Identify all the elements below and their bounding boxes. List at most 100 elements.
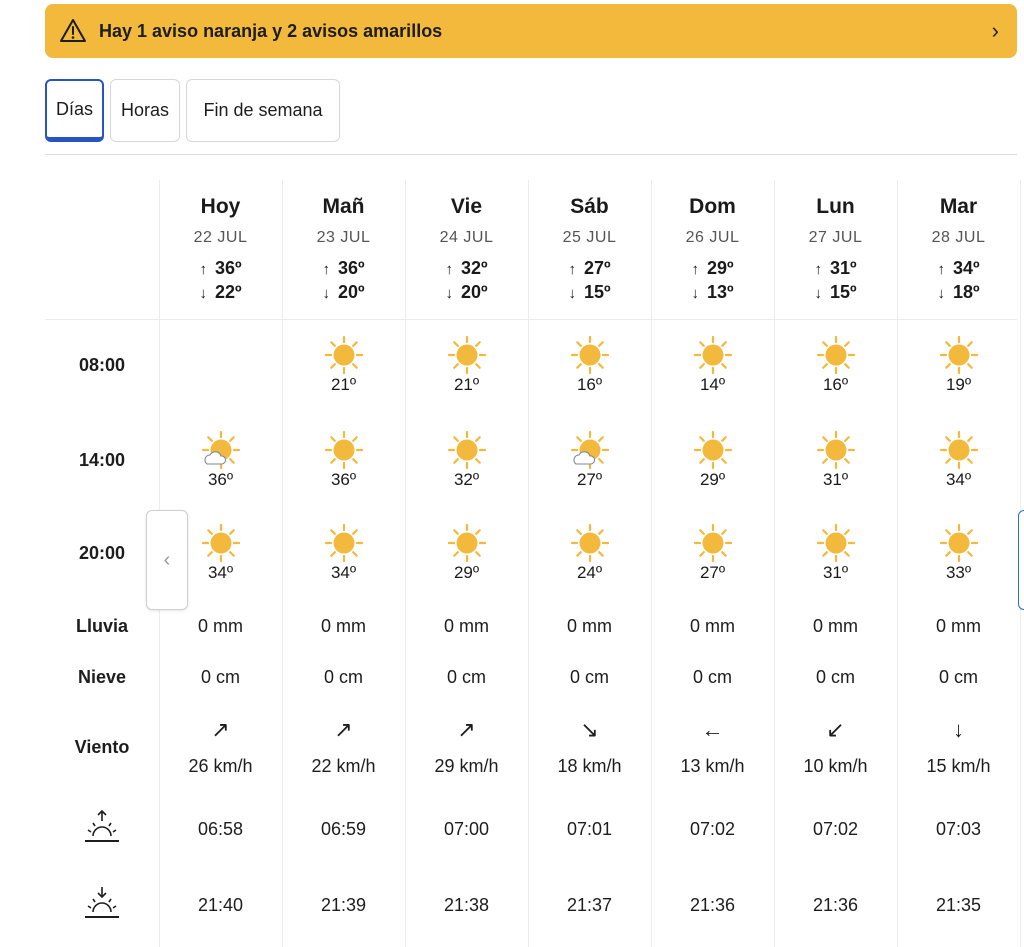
sunset-icon: [85, 887, 119, 918]
day-date: 24 JUL: [439, 229, 494, 246]
slot-temperature: 34º: [945, 470, 972, 489]
chevron-left-icon: ‹: [163, 548, 171, 571]
wind-direction-icon: ←: [701, 717, 724, 742]
forecast-slot-08: 21º: [405, 335, 528, 395]
row-label-wind: Viento: [74, 737, 130, 757]
sunset-time: 21:36: [812, 895, 859, 915]
arrow-down-icon: ↓: [568, 285, 576, 302]
sunrise-time: 06:58: [197, 819, 244, 839]
forecast-slot-14: 27º: [528, 430, 651, 490]
tab-fin-de-semana[interactable]: Fin de semana: [186, 79, 340, 142]
rain-value: 0 mm: [321, 616, 366, 636]
sun-icon: [324, 523, 363, 563]
forecast-slot-20: 29º: [405, 523, 528, 583]
sunset-time: 21:35: [935, 895, 982, 915]
forecast-table: 08:00 14:00 20:00 Lluvia Nieve Viento Ho…: [45, 180, 1024, 947]
min-temp-value: 18º: [952, 282, 980, 302]
sun-icon: [693, 335, 732, 375]
sun-icon: [693, 523, 732, 563]
max-temp: ↑ 34º: [897, 258, 1020, 279]
tab-horas[interactable]: Horas: [110, 79, 180, 142]
arrow-down-icon: ↓: [445, 285, 453, 302]
max-temp-value: 29º: [706, 258, 734, 278]
arrow-down-icon: ↓: [691, 285, 699, 302]
slot-temperature: 33º: [945, 563, 972, 582]
rain-value: 0 mm: [936, 616, 981, 636]
sun-icon: [816, 523, 855, 563]
arrow-down-icon: ↓: [814, 285, 822, 302]
sunrise-time: 06:59: [320, 819, 367, 839]
snow-value: 0 cm: [446, 667, 486, 687]
wind-direction-icon: ↗: [334, 717, 353, 742]
min-temp: ↓ 15º: [528, 282, 651, 303]
sun-icon: [324, 430, 363, 470]
row-label-rain: Lluvia: [75, 616, 128, 636]
tab-dias[interactable]: Días: [45, 79, 104, 142]
sun-icon: [447, 523, 486, 563]
slot-temperature: 24º: [576, 563, 603, 582]
min-temp-value: 20º: [460, 282, 488, 302]
day-column: Mar 28 JUL ↑ 34º ↓ 18º 19º 34º 33º 0 mm 0 cm ↓ 15 km…: [897, 180, 1020, 947]
forecast-slot-20: 33º: [897, 523, 1020, 583]
scroll-left-button[interactable]: ‹: [146, 510, 188, 610]
sunset-time: 21:36: [689, 895, 736, 915]
sun-icon: [570, 335, 609, 375]
min-temp: ↓ 20º: [282, 282, 405, 303]
max-temp-value: 36º: [214, 258, 242, 278]
arrow-up-icon: ↑: [322, 261, 330, 278]
wind-speed: 22 km/h: [311, 756, 376, 776]
day-column: Sáb 25 JUL ↑ 27º ↓ 15º 16º 27º 24º 0 mm 0 cm ↘ 18 km…: [528, 180, 651, 947]
day-column: Mañ 23 JUL ↑ 36º ↓ 20º 21º 36º 34º 0 mm 0 cm ↗ 22 km…: [282, 180, 405, 947]
wind-speed: 26 km/h: [188, 756, 253, 776]
max-temp-value: 31º: [829, 258, 857, 278]
divider: [45, 154, 1017, 155]
slot-temperature: 29º: [699, 470, 726, 489]
wind-direction-icon: ↘: [580, 717, 599, 742]
sun-icon: [570, 523, 609, 563]
wind-speed: 15 km/h: [926, 756, 991, 776]
sun-icon: [816, 335, 855, 375]
snow-value: 0 cm: [938, 667, 978, 687]
snow-value: 0 cm: [323, 667, 363, 687]
max-temp-value: 27º: [583, 258, 611, 278]
max-temp: ↑ 32º: [405, 258, 528, 279]
arrow-up-icon: ↑: [568, 261, 576, 278]
sunrise-time: 07:03: [935, 819, 982, 839]
slot-temperature: 27º: [576, 470, 603, 489]
forecast-slot-14: 29º: [651, 430, 774, 490]
slot-temperature: 16º: [822, 375, 849, 394]
snow-value: 0 cm: [569, 667, 609, 687]
forecast-slot-20: 27º: [651, 523, 774, 583]
slot-temperature: 14º: [699, 375, 726, 394]
sun-icon: [939, 523, 978, 563]
sunset-time: 21:37: [566, 895, 613, 915]
rain-value: 0 mm: [690, 616, 735, 636]
day-name: Lun: [816, 195, 855, 218]
arrow-down-icon: ↓: [937, 285, 945, 302]
warnings-banner[interactable]: Hay 1 aviso naranja y 2 avisos amarillos…: [45, 4, 1017, 58]
forecast-slot-08: 19º: [897, 335, 1020, 395]
sunset-time: 21:38: [443, 895, 490, 915]
slot-temperature: 31º: [822, 563, 849, 582]
rain-value: 0 mm: [567, 616, 612, 636]
view-tabs: Días Horas Fin de semana: [45, 79, 340, 142]
sunrise-time: 07:01: [566, 819, 613, 839]
sun-icon: [693, 430, 732, 470]
forecast-slot-08: 21º: [282, 335, 405, 395]
min-temp: ↓ 18º: [897, 282, 1020, 303]
min-temp-value: 20º: [337, 282, 365, 302]
forecast-slot-08: 16º: [528, 335, 651, 395]
row-label-20: 20:00: [78, 543, 126, 563]
sun-icon: [447, 430, 486, 470]
sun-icon: [816, 430, 855, 470]
forecast-slot-14: 36º: [159, 430, 282, 490]
max-temp: ↑ 36º: [159, 258, 282, 279]
scroll-right-button[interactable]: [1018, 510, 1024, 610]
forecast-slot-14: 36º: [282, 430, 405, 490]
arrow-up-icon: ↑: [814, 261, 822, 278]
min-temp-value: 15º: [829, 282, 857, 302]
wind-direction-icon: ↗: [211, 717, 230, 742]
wind-speed: 13 km/h: [680, 756, 745, 776]
max-temp: ↑ 29º: [651, 258, 774, 279]
sun-icon: [201, 523, 240, 563]
